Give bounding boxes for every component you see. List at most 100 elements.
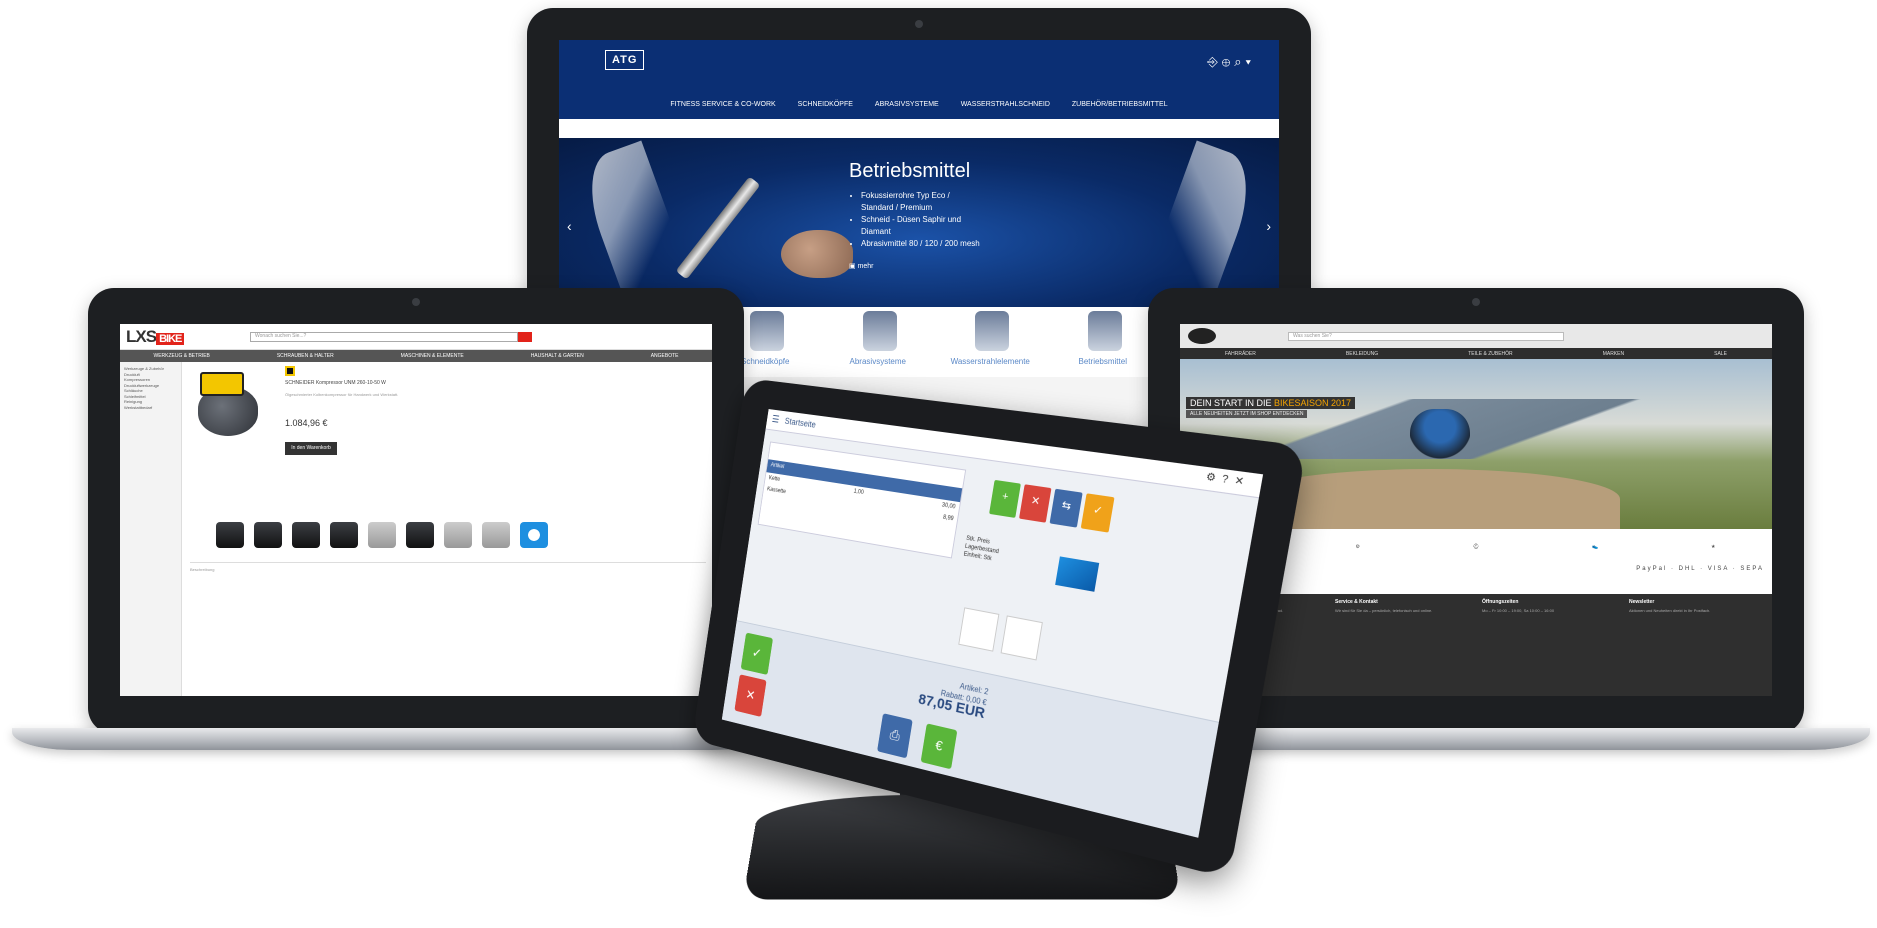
pos-terminal: ☰ Startseite ⚙?✕ Artikel Kette 1,00 30,0…	[691, 377, 1308, 879]
action-tiles: + ✕ ⇆ ✓	[989, 479, 1115, 533]
quick-buttons	[958, 607, 1043, 661]
item-info: Stk. Preis Lagerbestand Einheit: Stk	[963, 535, 1001, 565]
product-collage: ATG ⎆⊕⌕▾ FITNESS SERVICE & CO-WORK SCHNE…	[0, 0, 1877, 928]
nav-item[interactable]: MASCHINEN & ELEMENTE	[401, 353, 464, 362]
nav-item[interactable]: FITNESS SERVICE & CO-WORK	[670, 101, 775, 119]
logo-badge: BIKE	[156, 333, 185, 345]
product-price: 1.084,96 €	[285, 418, 328, 428]
category-label: Wasserstrahlelemente	[950, 357, 1030, 366]
nav-item[interactable]: TEILE & ZUBEHÖR	[1468, 351, 1512, 359]
webcam	[412, 298, 420, 306]
pos-title: Startseite	[784, 416, 817, 430]
item-price: 8,99	[942, 514, 954, 523]
quick-button[interactable]	[1000, 615, 1043, 661]
thumbnail[interactable]	[254, 522, 282, 548]
nav-item[interactable]: ZUBEHÖR/BETRIEBSMITTEL	[1072, 101, 1168, 119]
accessories-icon[interactable]: ⛑	[1473, 544, 1479, 550]
site-logo[interactable]: ATG	[605, 50, 645, 70]
nav-item[interactable]: FAHRRÄDER	[1225, 351, 1256, 359]
left-laptop: LXS BIKE Wonach suchen Sie...? WERKZEUG &…	[88, 288, 744, 734]
sale-icon[interactable]: ★	[1711, 544, 1715, 550]
product-detail: SCHNEIDER Kompressor UNM 260-10-50 W Ölg…	[190, 362, 712, 696]
nav-item[interactable]: SCHRAUBEN & HALTER	[277, 353, 334, 362]
pay-button[interactable]: €	[920, 723, 958, 770]
nav-item[interactable]: WERKZEUG & BETRIEB	[153, 353, 209, 362]
footer-column: Service & Kontakt Wir sind für Sie da – p…	[1335, 600, 1470, 690]
nav-item[interactable]: HAUSHALT & GARTEN	[531, 353, 584, 362]
site-logo[interactable]	[1188, 328, 1216, 344]
category-tile[interactable]: Wasserstrahlelemente	[945, 307, 1035, 377]
prev-arrow-icon[interactable]: ‹	[567, 218, 572, 234]
new-sale-button[interactable]: ✓	[740, 632, 774, 675]
window-controls[interactable]: ⚙?✕	[1205, 471, 1251, 489]
total-summary: Artikel: 2 Rabatt: 0,00 € 87,05 EUR	[852, 658, 990, 723]
nav-item[interactable]: MARKEN	[1603, 351, 1624, 359]
add-to-cart-button[interactable]: In den Warenkorb	[285, 442, 337, 455]
nav-item[interactable]: WASSERSTRAHLSCHNEID	[961, 101, 1050, 119]
nav-item[interactable]: SCHNEIDKÖPFE	[798, 101, 853, 119]
category-image	[862, 311, 897, 351]
sidebar-item[interactable]: Werkstattbedarf	[124, 405, 177, 411]
pos-screen: ☰ Startseite ⚙?✕ Artikel Kette 1,00 30,0…	[721, 409, 1264, 838]
quick-button[interactable]	[958, 607, 1000, 652]
transfer-button[interactable]: ⇆	[1049, 488, 1083, 528]
hero-headline: DEIN START IN DIE BIKESAISON 2017	[1186, 397, 1356, 409]
site-header: LXS BIKE Wonach suchen Sie...?	[120, 324, 712, 350]
thumbnail[interactable]	[216, 522, 244, 548]
site-header: ATG ⎆⊕⌕▾	[559, 40, 1279, 95]
hero-subline: ALLE NEUHEITEN JETZT IM SHOP ENTDECKEN	[1186, 410, 1308, 418]
feather-graphic	[1145, 140, 1263, 306]
print-receipt-button[interactable]: ⎙	[877, 713, 913, 759]
hero-bullet: Fokussierrohre Typ Eco / Standard / Prem…	[861, 190, 981, 214]
thumbnail[interactable]	[292, 522, 320, 548]
menu-icon[interactable]: ☰	[771, 414, 780, 425]
logo-text: LXS	[126, 327, 157, 346]
confirm-button[interactable]: ✓	[1080, 493, 1115, 533]
footer-text: Wir sind für Sie da – persönlich, telefo…	[1335, 608, 1433, 613]
item-name: Kette	[768, 475, 781, 483]
footer-title: Service & Kontakt	[1335, 599, 1378, 605]
category-label: Betriebsmittel	[1078, 357, 1127, 366]
related-products	[216, 522, 548, 548]
site-logo[interactable]: LXS BIKE	[126, 327, 185, 347]
nav-item[interactable]: SALE	[1714, 351, 1727, 359]
hero-headline-a: DEIN START IN DIE	[1190, 398, 1275, 408]
parts-icon[interactable]: ⚙	[1355, 544, 1359, 550]
next-arrow-icon[interactable]: ›	[1266, 218, 1271, 234]
more-link[interactable]: ▣ mehr	[849, 262, 874, 270]
more-label: mehr	[857, 263, 874, 270]
header-icons[interactable]: ⎆⊕⌕▾	[1207, 54, 1255, 70]
search-input[interactable]: Wonach suchen Sie...?	[250, 332, 518, 342]
cancel-sale-button[interactable]: ✕	[734, 674, 767, 717]
mountain-biker	[1410, 409, 1470, 469]
footer-column: Öffnungszeiten Mo – Fr 10:00 – 19:00, Sa …	[1482, 600, 1617, 690]
search-input[interactable]: Was suchen Sie?	[1288, 332, 1564, 341]
feather-graphic	[575, 140, 693, 306]
thumbnail[interactable]	[482, 522, 510, 548]
category-tile[interactable]: Betriebsmittel	[1058, 307, 1148, 377]
item-name: Kassette	[766, 486, 787, 496]
thumbnail[interactable]	[520, 522, 548, 548]
thumbnail[interactable]	[444, 522, 472, 548]
add-button[interactable]: +	[989, 479, 1021, 518]
webcam	[915, 20, 923, 28]
product-image[interactable]	[190, 366, 270, 444]
thumbnail[interactable]	[330, 522, 358, 548]
category-tile[interactable]: Abrasivsysteme	[833, 307, 923, 377]
thumbnail[interactable]	[406, 522, 434, 548]
thumbnail[interactable]	[368, 522, 396, 548]
delete-button[interactable]: ✕	[1019, 484, 1052, 523]
hero-headline-b: BIKESAISON 2017	[1274, 398, 1352, 408]
shoes-icon[interactable]: 👟	[1592, 544, 1598, 550]
category-label: Abrasivsysteme	[849, 357, 906, 366]
brand-logo	[285, 366, 295, 376]
nav-item[interactable]: ANGEBOTE	[651, 353, 679, 362]
left-laptop-base	[12, 728, 772, 750]
search-button[interactable]	[518, 332, 532, 342]
nav-item[interactable]: BEKLEIDUNG	[1346, 351, 1378, 359]
nav-item[interactable]: ABRASIVSYSTEME	[875, 101, 939, 119]
webcam	[1472, 298, 1480, 306]
description-tab[interactable]: Beschreibung	[190, 562, 706, 572]
hero-bullets: Fokussierrohre Typ Eco / Standard / Prem…	[851, 190, 981, 250]
main-nav: FITNESS SERVICE & CO-WORK SCHNEIDKÖPFE A…	[559, 95, 1279, 119]
